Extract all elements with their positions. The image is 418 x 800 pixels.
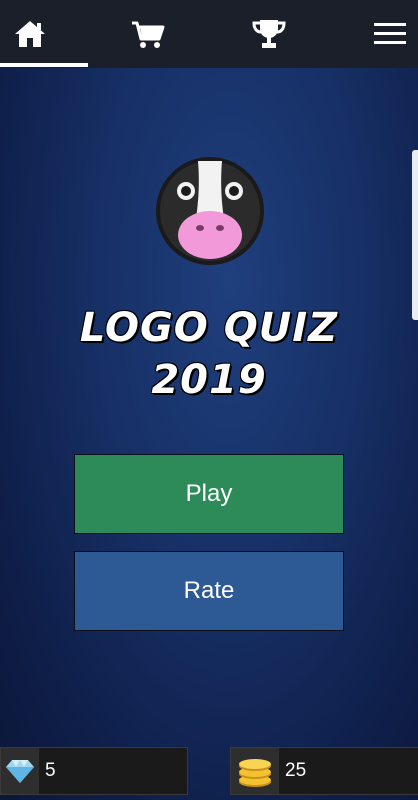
active-tab-indicator xyxy=(0,63,88,67)
coins-count: 25 xyxy=(285,760,307,781)
tab-home[interactable] xyxy=(0,0,60,68)
coins-counter[interactable]: 25 xyxy=(230,747,418,795)
diamond-icon xyxy=(6,760,34,783)
rate-button[interactable]: Rate xyxy=(74,551,344,631)
top-navigation-bar xyxy=(0,0,418,68)
home-screen: LOGO QUIZ 2019 Play Rate 5 25 xyxy=(0,0,418,800)
cow-face-icon xyxy=(156,157,264,265)
coin-stack-icon xyxy=(239,759,271,787)
home-icon xyxy=(15,21,45,47)
side-drawer-handle[interactable] xyxy=(412,150,418,320)
tab-menu[interactable] xyxy=(362,0,418,68)
app-title: LOGO QUIZ 2019 xyxy=(0,302,418,406)
gems-count: 5 xyxy=(45,760,56,781)
cart-icon xyxy=(132,21,165,48)
app-title-line-1: LOGO QUIZ xyxy=(79,305,339,351)
coins-icon-box xyxy=(231,748,279,794)
trophy-icon xyxy=(252,20,286,48)
play-button[interactable]: Play xyxy=(74,454,344,534)
gems-icon-box xyxy=(1,748,39,794)
gems-counter[interactable]: 5 xyxy=(0,747,188,795)
hamburger-menu-icon xyxy=(374,23,406,44)
tab-leaderboard[interactable] xyxy=(238,0,300,68)
tab-shop[interactable] xyxy=(118,0,178,68)
app-title-line-2: 2019 xyxy=(151,357,267,403)
